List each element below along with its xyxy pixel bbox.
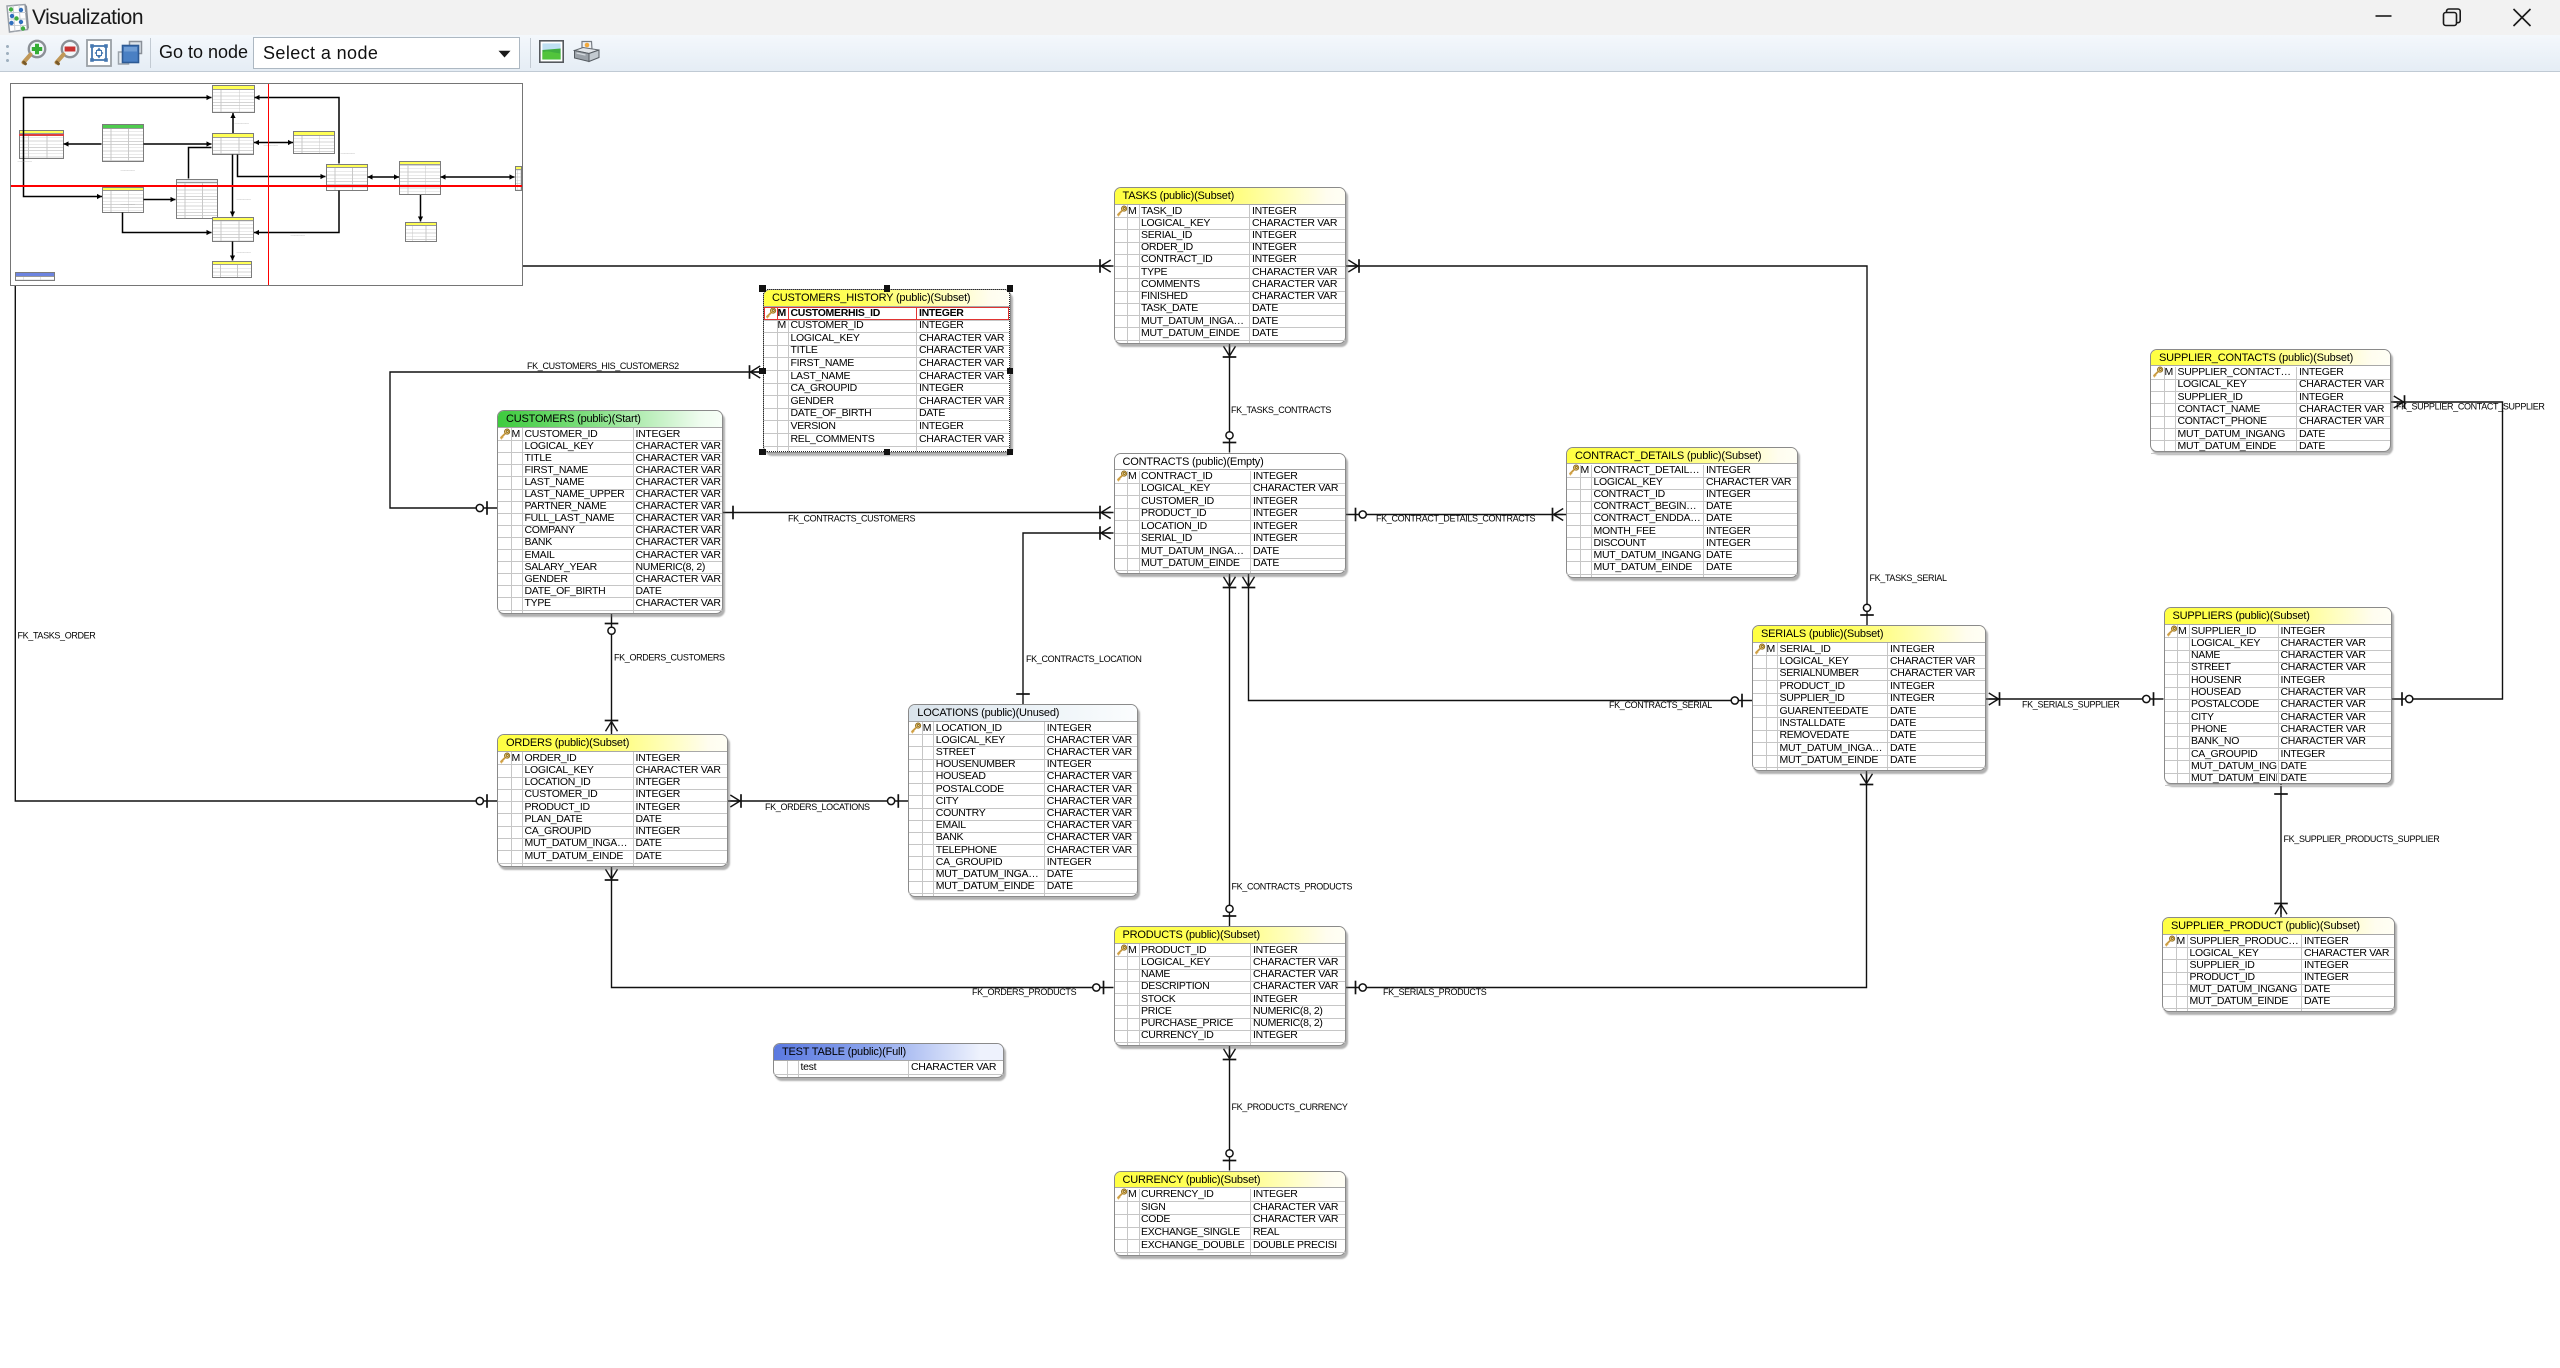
svg-text:FK_TASKS_CONTRACTS: FK_TASKS_CONTRACTS bbox=[1231, 405, 1331, 415]
svg-text:FK_CONTRACTS_SERIAL: FK_CONTRACTS_SERIAL bbox=[1609, 700, 1712, 710]
svg-text:————: ———— bbox=[121, 167, 136, 172]
svg-text:FK_ORDERS_LOCATIONS: FK_ORDERS_LOCATIONS bbox=[765, 802, 870, 812]
svg-text:FK_ORDERS_CUSTOMERS: FK_ORDERS_CUSTOMERS bbox=[614, 653, 725, 663]
svg-text:FK_ORDERS_PRODUCTS: FK_ORDERS_PRODUCTS bbox=[972, 987, 1077, 997]
svg-text:FK_SUPPLIER_CONTACT_SUPPLIER: FK_SUPPLIER_CONTACT_SUPPLIER bbox=[2396, 402, 2545, 412]
svg-text:————: ———— bbox=[264, 143, 279, 148]
svg-text:————: ———— bbox=[237, 250, 252, 255]
svg-text:FK_PRODUCTS_CURRENCY: FK_PRODUCTS_CURRENCY bbox=[1232, 1102, 1348, 1112]
svg-text:FK_CONTRACTS_CUSTOMERS: FK_CONTRACTS_CUSTOMERS bbox=[788, 514, 915, 524]
svg-text:FK_CONTRACT_DETAILS_CONTRACTS: FK_CONTRACT_DETAILS_CONTRACTS bbox=[1376, 514, 1536, 524]
svg-text:FK_TASKS_ORDER: FK_TASKS_ORDER bbox=[18, 631, 97, 641]
svg-text:FK_SERIALS_SUPPLIER: FK_SERIALS_SUPPLIER bbox=[2022, 700, 2120, 710]
svg-text:————: ———— bbox=[341, 150, 356, 155]
svg-text:FK_CUSTOMERS_HIS_CUSTOMERS2: FK_CUSTOMERS_HIS_CUSTOMERS2 bbox=[527, 361, 679, 371]
svg-text:FK_SUPPLIER_PRODUCTS_SUPPLIER: FK_SUPPLIER_PRODUCTS_SUPPLIER bbox=[2284, 834, 2441, 844]
svg-text:————: ———— bbox=[18, 159, 33, 164]
svg-text:————: ———— bbox=[237, 197, 252, 202]
svg-text:————: ———— bbox=[291, 233, 306, 238]
svg-text:FK_TASKS_SERIAL: FK_TASKS_SERIAL bbox=[1870, 573, 1947, 583]
svg-text:FK_SERIALS_PRODUCTS: FK_SERIALS_PRODUCTS bbox=[1383, 987, 1487, 997]
svg-text:FK_CONTRACTS_PRODUCTS: FK_CONTRACTS_PRODUCTS bbox=[1232, 882, 1353, 892]
svg-text:————: ———— bbox=[235, 121, 250, 126]
svg-text:FK_CONTRACTS_LOCATION: FK_CONTRACTS_LOCATION bbox=[1026, 654, 1142, 664]
svg-text:————: ———— bbox=[121, 202, 136, 207]
